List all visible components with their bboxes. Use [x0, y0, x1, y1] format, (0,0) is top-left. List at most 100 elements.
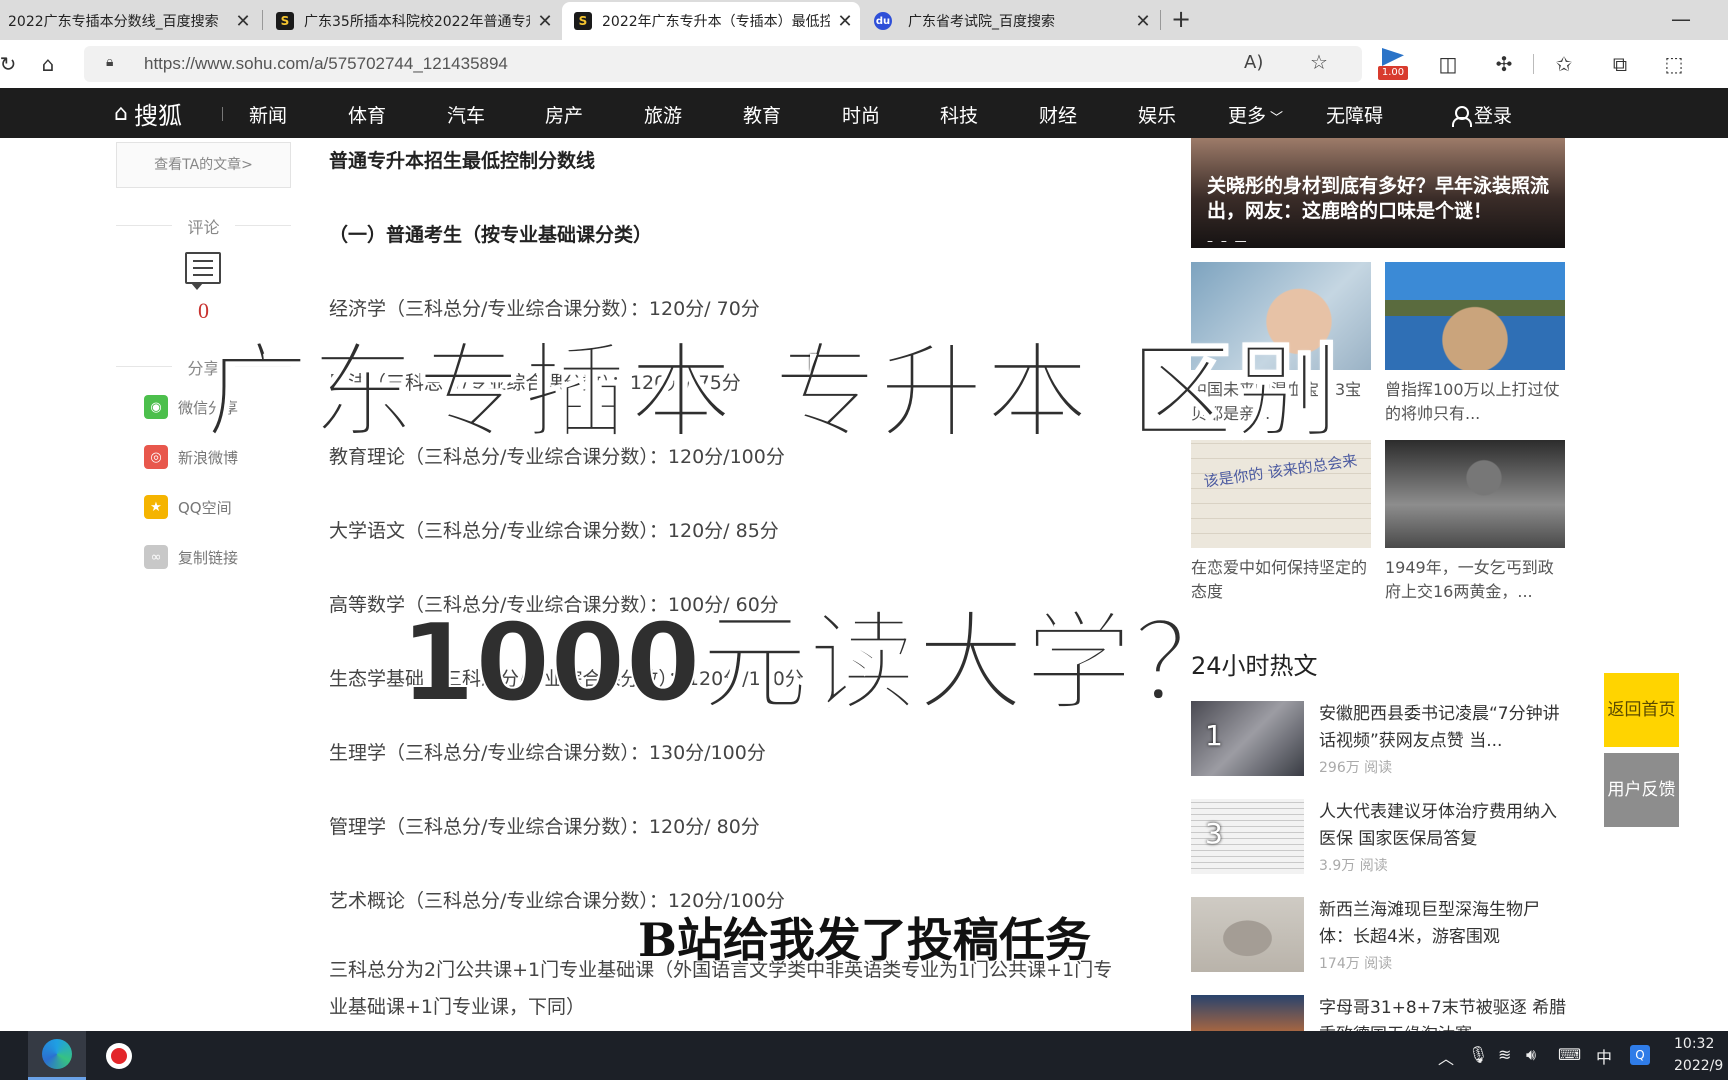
- tab-title: 2022广东专插本分数线_百度搜索: [8, 14, 219, 30]
- recommend-card[interactable]: 在恋爱中如何保持坚定的态度: [1191, 440, 1371, 604]
- sohu-logo[interactable]: ⌂ 搜狐: [114, 96, 182, 131]
- overlay-title: 广东专插本 专升本 区别: [204, 331, 1342, 453]
- taskbar-edge[interactable]: [28, 1031, 86, 1080]
- hot-article-item[interactable]: 3 人大代表建议牙体治疗费用纳入医保 国家医保局答复 3.9万 阅读: [1191, 799, 1565, 875]
- score-line: 经济学（三科总分/专业综合课分数）：120分/ 70分: [329, 298, 760, 320]
- hot-article-thumbnail: [1191, 897, 1304, 972]
- nav-finance[interactable]: 财经: [1039, 101, 1077, 128]
- wifi-icon[interactable]: ≋: [1498, 1045, 1511, 1064]
- collections-icon[interactable]: ⧉: [1606, 50, 1634, 78]
- home-icon[interactable]: ⌂: [34, 50, 62, 78]
- nav-more-label: 更多: [1228, 105, 1267, 127]
- extensions-icon[interactable]: ✣: [1490, 50, 1518, 78]
- recommend-card[interactable]: 1949年，一女乞丐到政府上交16两黄金，...: [1385, 440, 1565, 604]
- user-feedback-button[interactable]: 用户反馈: [1604, 753, 1679, 827]
- url-text: https://www.sohu.com/a/575702744_1214358…: [144, 54, 508, 73]
- hot-article-item[interactable]: 1 安徽肥西县委书记凌晨“7分钟讲话视频”获网友点赞 当... 296万 阅读: [1191, 701, 1565, 777]
- lock-icon: 🔒︎: [106, 54, 114, 70]
- system-clock[interactable]: 10:32 2022/9: [1674, 1033, 1723, 1077]
- comment-count[interactable]: 0: [116, 298, 291, 324]
- microphone-icon[interactable]: 🎙︎: [1468, 1045, 1488, 1064]
- recommend-card[interactable]: 曾指挥100万以上打过仗的将帅只有...: [1385, 262, 1565, 426]
- extension-badge-icon[interactable]: 1.00: [1378, 48, 1408, 82]
- read-aloud-icon[interactable]: A): [1244, 52, 1263, 73]
- close-icon[interactable]: ✕: [1128, 11, 1158, 32]
- nav-news[interactable]: 新闻: [249, 101, 287, 128]
- hot-article-reads: 3.9万 阅读: [1319, 858, 1388, 874]
- hot-article-title: 人大代表建议牙体治疗费用纳入医保 国家医保局答复: [1319, 802, 1557, 849]
- clock-date: 2022/9: [1674, 1058, 1724, 1074]
- close-icon[interactable]: ✕: [830, 11, 860, 32]
- featured-article-card[interactable]: 关晓彤的身材到底有多好？早年泳装照流出，网友：这鹿晗的口味是个谜！ – – —: [1191, 138, 1565, 248]
- screenshot-icon[interactable]: ⬚: [1660, 50, 1688, 78]
- refresh-icon[interactable]: ↻: [0, 50, 22, 78]
- nav-accessibility[interactable]: 无障碍: [1326, 101, 1383, 128]
- nav-entertainment[interactable]: 娱乐: [1138, 101, 1176, 128]
- recommend-image: [1191, 440, 1371, 548]
- user-icon: [1452, 105, 1472, 127]
- nav-sports[interactable]: 体育: [348, 101, 386, 128]
- nav-tech[interactable]: 科技: [940, 101, 978, 128]
- share-qzone[interactable]: ★ QQ空间: [144, 494, 232, 520]
- hot-article-reads: 174万 阅读: [1319, 956, 1393, 972]
- chevron-down-icon: ﹀: [1270, 111, 1284, 126]
- nav-fashion[interactable]: 时尚: [842, 101, 880, 128]
- share-copy-link[interactable]: ∞ 复制链接: [144, 544, 238, 570]
- input-method-indicator[interactable]: 中: [1596, 1044, 1612, 1068]
- tab-sohu-scores[interactable]: S 2022年广东专升本（专插本）最低控制分数线 ✕: [562, 2, 860, 40]
- comment-icon[interactable]: [185, 252, 221, 290]
- recommend-image: [1385, 262, 1565, 370]
- new-tab-button[interactable]: +: [1166, 4, 1196, 36]
- login-button[interactable]: 登录: [1452, 101, 1512, 128]
- nav-more[interactable]: 更多 ﹀: [1228, 101, 1283, 128]
- hot-article-thumbnail: 3: [1191, 799, 1304, 874]
- wechat-icon: ◉: [144, 395, 168, 419]
- reading-mode-icon[interactable]: ◫: [1434, 50, 1462, 78]
- minimize-button[interactable]: —: [1666, 4, 1696, 36]
- favorites-icon[interactable]: ✩: [1550, 50, 1578, 78]
- back-to-home-button[interactable]: 返回首页: [1604, 673, 1679, 747]
- tab-title: 广东省考试院_百度搜索: [908, 14, 1055, 30]
- score-line: 管理学（三科总分/专业综合课分数）：120分/ 80分: [329, 816, 760, 838]
- article-subheading: （一）普通考生（按专业基础课分类）: [329, 224, 653, 246]
- share-label: QQ空间: [178, 498, 232, 517]
- tray-expand-icon[interactable]: ︿: [1438, 1045, 1454, 1069]
- screen-recorder-icon: [106, 1042, 132, 1069]
- taskbar-recorder[interactable]: [90, 1031, 148, 1080]
- recommend-caption: 在恋爱中如何保持坚定的态度: [1191, 558, 1368, 601]
- overlay-subtitle: 1000元读大学？: [399, 601, 1242, 726]
- hot-article-item[interactable]: 字母哥31+8+7末节被驱逐 希腊乖致德国无缘淘汰赛: [1191, 995, 1567, 1031]
- tab-separator: [1160, 10, 1161, 30]
- tab-title: 广东35所插本科院校2022年普通专升本: [304, 14, 530, 30]
- nav-realestate[interactable]: 房产: [545, 101, 583, 128]
- tab-baidu-search[interactable]: 2022广东专插本分数线_百度搜索 ✕: [0, 2, 258, 40]
- nav-travel[interactable]: 旅游: [644, 101, 682, 128]
- tab-sohu-colleges[interactable]: S 广东35所插本科院校2022年普通专升本 ✕: [264, 2, 560, 40]
- logo-text: 搜狐: [133, 102, 182, 130]
- hot-article-title: 字母哥31+8+7末节被驱逐 希腊乖致德国无缘淘汰赛: [1319, 998, 1567, 1031]
- windows-taskbar: ︿ 🎙︎ ≋ 🔊︎ ⌨ 中 Q 10:32 2022/9: [0, 1031, 1728, 1080]
- hot-article-title: 安徽肥西县委书记凌晨“7分钟讲话视频”获网友点赞 当...: [1319, 704, 1560, 751]
- close-icon[interactable]: ✕: [228, 11, 258, 32]
- address-bar[interactable]: 🔒︎ https://www.sohu.com/a/575702744_1214…: [84, 46, 1362, 82]
- login-label: 登录: [1474, 105, 1513, 127]
- hot-article-reads: 296万 阅读: [1319, 760, 1393, 776]
- qq-tray-icon[interactable]: Q: [1630, 1045, 1650, 1065]
- score-line: 生理学（三科总分/专业综合课分数）：130分/100分: [329, 742, 766, 764]
- extension-badge-count: 1.00: [1378, 66, 1408, 80]
- tab-exam-board[interactable]: du 广东省考试院_百度搜索 ✕: [862, 2, 1158, 40]
- view-author-articles-button[interactable]: 查看TA的文章>: [116, 142, 291, 188]
- nav-auto[interactable]: 汽车: [447, 101, 485, 128]
- volume-icon[interactable]: 🔊︎: [1526, 1045, 1536, 1065]
- mouse-cursor-icon: [810, 354, 824, 372]
- add-favorite-icon[interactable]: ☆: [1310, 50, 1328, 74]
- keyboard-icon[interactable]: ⌨: [1558, 1045, 1581, 1064]
- hot-article-item[interactable]: 新西兰海滩现巨型深海生物尸体：长超4米，游客围观 174万 阅读: [1191, 897, 1565, 973]
- hot-article-title: 新西兰海滩现巨型深海生物尸体：长超4米，游客围观: [1319, 900, 1540, 947]
- nav-education[interactable]: 教育: [743, 101, 781, 128]
- browser-tab-strip: 2022广东专插本分数线_百度搜索 ✕ S 广东35所插本科院校2022年普通专…: [0, 0, 1728, 40]
- recommend-image: [1385, 440, 1565, 548]
- score-line: 大学语文（三科总分/专业综合课分数）：120分/ 85分: [329, 520, 779, 542]
- close-icon[interactable]: ✕: [530, 11, 560, 32]
- browser-toolbar: ↻ ⌂ 🔒︎ https://www.sohu.com/a/575702744_…: [0, 40, 1728, 88]
